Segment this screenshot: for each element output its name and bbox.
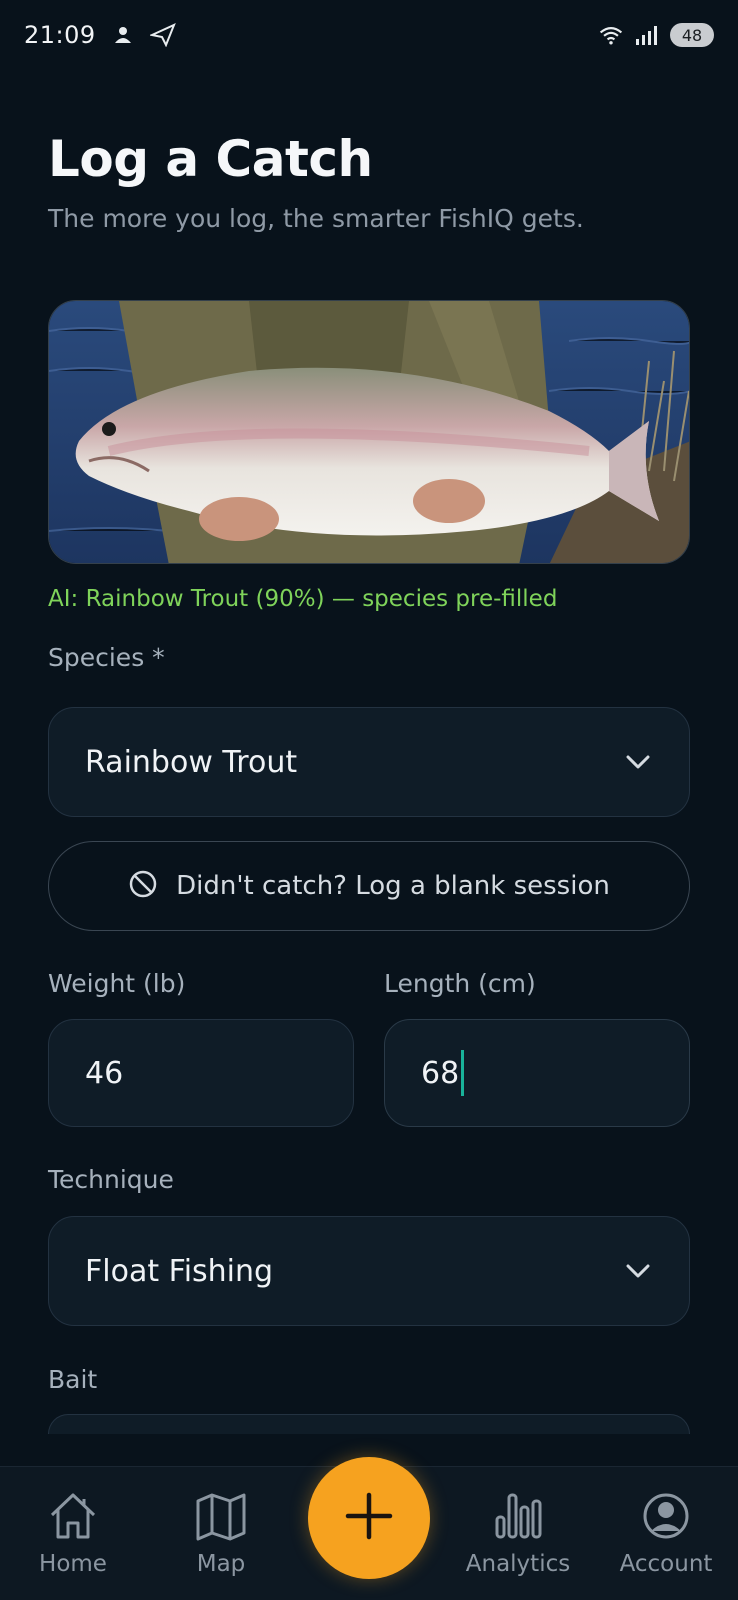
page-title: Log a Catch — [48, 130, 373, 188]
signal-icon — [634, 22, 660, 48]
status-bar: 21:09 48 — [0, 0, 738, 70]
prohibited-icon — [128, 869, 158, 903]
nav-account-label: Account — [619, 1551, 713, 1577]
map-icon — [194, 1491, 248, 1545]
chevron-down-icon — [623, 1256, 653, 1286]
bait-select[interactable] — [48, 1414, 690, 1434]
weight-label: Weight (lb) — [48, 969, 186, 998]
weight-input[interactable]: 46 — [48, 1019, 354, 1127]
chevron-down-icon — [623, 747, 653, 777]
species-select[interactable]: Rainbow Trout — [48, 707, 690, 817]
weight-value: 46 — [85, 1055, 124, 1091]
length-value: 68 — [421, 1055, 460, 1091]
plus-icon — [344, 1491, 394, 1545]
technique-value: Float Fishing — [85, 1253, 274, 1289]
battery-indicator: 48 — [670, 23, 714, 47]
nav-analytics-label: Analytics — [465, 1551, 571, 1577]
wifi-icon — [598, 22, 624, 48]
status-time: 21:09 — [24, 21, 96, 49]
notification-icon — [110, 22, 136, 48]
species-label: Species * — [48, 643, 165, 672]
add-catch-button[interactable] — [308, 1457, 430, 1579]
length-label: Length (cm) — [384, 969, 536, 998]
page-subtitle: The more you log, the smarter FishIQ get… — [48, 204, 584, 233]
bait-label: Bait — [48, 1365, 98, 1394]
length-input[interactable]: 68 — [384, 1019, 690, 1127]
nav-map-label: Map — [196, 1551, 246, 1577]
nav-home[interactable]: Home — [28, 1467, 118, 1600]
species-value: Rainbow Trout — [85, 744, 298, 780]
blank-session-label: Didn't catch? Log a blank session — [176, 871, 610, 901]
home-icon — [46, 1491, 100, 1545]
catch-photo[interactable] — [48, 300, 690, 564]
account-icon — [639, 1491, 693, 1545]
nav-map[interactable]: Map — [176, 1467, 266, 1600]
nav-analytics[interactable]: Analytics — [460, 1467, 576, 1600]
log-blank-session-button[interactable]: Didn't catch? Log a blank session — [48, 841, 690, 931]
ai-species-hint: AI: Rainbow Trout (90%) — species pre-fi… — [48, 586, 558, 612]
analytics-icon — [491, 1491, 545, 1545]
send-icon — [149, 22, 176, 48]
page-header: Log a Catch The more you log, the smarte… — [48, 130, 690, 233]
text-caret — [461, 1050, 465, 1096]
nav-account[interactable]: Account — [614, 1467, 718, 1600]
technique-select[interactable]: Float Fishing — [48, 1216, 690, 1326]
nav-home-label: Home — [39, 1551, 107, 1577]
technique-label: Technique — [48, 1165, 174, 1194]
